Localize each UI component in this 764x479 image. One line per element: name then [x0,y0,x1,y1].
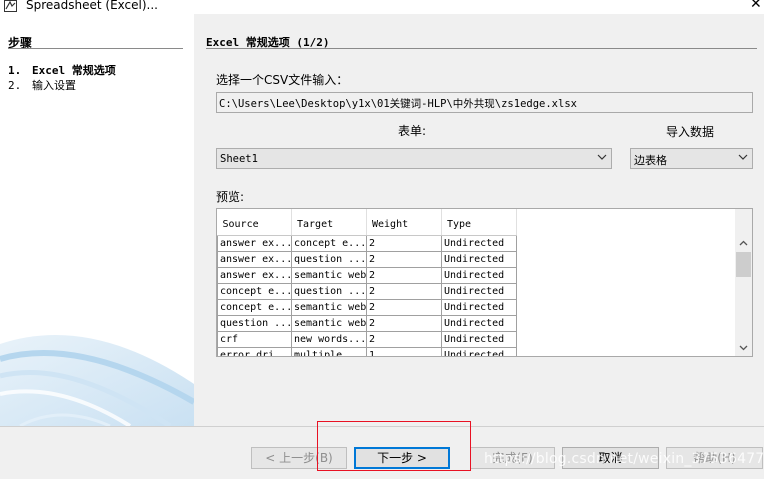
table-row: answer ex... question ... 2 Undirected [217,250,517,268]
table-cell: 2 [366,250,442,268]
table-cell: semantic web [291,266,367,284]
step-item-1: 1. Excel 常规选项 [8,62,116,78]
chevron-down-icon [597,154,607,160]
step-number: 1. [8,64,22,77]
table-row: crf new words... 2 Undirected [217,330,517,348]
table-cell: multiple ... [291,346,367,356]
table-cell: question ... [291,250,367,268]
table-cell: concept e... [217,298,292,316]
table-cell: Undirected [441,298,517,316]
chevron-down-icon [738,154,748,160]
table-cell: concept e... [291,234,367,252]
table-cell: answer ex... [217,234,292,252]
window-title: Spreadsheet (Excel)... [26,0,158,12]
sheet-select[interactable]: Sheet1 [216,148,612,169]
file-path-field[interactable]: C:\Users\Lee\Desktop\y1x\01关键词-HLP\中外共现\… [216,92,753,113]
app-icon [4,0,17,12]
column-header[interactable]: Source [217,209,292,236]
scroll-down-icon[interactable] [738,342,749,353]
table-cell: Undirected [441,330,517,348]
table-cell: answer ex... [217,266,292,284]
table-cell: concept e... [217,282,292,300]
table-cell: semantic web [291,298,367,316]
table-header-row: Source Target Weight Type [217,209,517,236]
title-bar: Spreadsheet (Excel)... ✕ [0,0,764,14]
table-row: answer ex... semantic web 2 Undirected [217,266,517,284]
scroll-up-icon[interactable] [738,238,749,249]
table-row: concept e... semantic web 2 Undirected [217,298,517,316]
scroll-thumb[interactable] [736,252,751,277]
import-type-value: 边表格 [634,154,667,167]
table-row: concept e... question ... 2 Undirected [217,282,517,300]
sheet-label: 表单: [398,124,427,138]
column-header[interactable]: Target [291,209,367,236]
table-cell: Undirected [441,266,517,284]
column-header[interactable]: Type [441,209,517,236]
table-cell: 2 [366,330,442,348]
table-cell: 1 [366,346,442,356]
annotation-highlight-box [317,421,471,471]
table-row: question ... semantic web 2 Undirected [217,314,517,332]
table-cell: error dri... [217,346,292,356]
step-number: 2. [8,79,22,92]
step-label: Excel 常规选项 [32,64,116,77]
steps-divider [8,48,183,49]
table-cell: 2 [366,282,442,300]
vertical-scrollbar[interactable] [735,209,752,356]
step-label: 输入设置 [32,79,76,92]
table-row: answer ex... concept e... 2 Undirected [217,234,517,252]
table-cell: semantic web [291,314,367,332]
table-cell: answer ex... [217,250,292,268]
table-cell: Undirected [441,314,517,332]
table-cell: 2 [366,314,442,332]
preview-label: 预览: [216,190,245,204]
table-cell: Undirected [441,282,517,300]
step-item-2: 2. 输入设置 [8,77,76,93]
import-label: 导入数据 [666,125,715,139]
import-type-select[interactable]: 边表格 [630,148,753,169]
column-header[interactable]: Weight [366,209,442,236]
table-cell: question ... [291,282,367,300]
table-cell: question ... [217,314,292,332]
main-panel: Excel 常规选项 (1/2) 选择一个CSV文件输入： C:\Users\L… [194,14,764,426]
sheet-select-value: Sheet1 [220,153,258,165]
table-cell: Undirected [441,234,517,252]
table-cell: crf [217,330,292,348]
preview-table: Source Target Weight Type answer ex... c… [216,208,753,357]
table-row: error dri... multiple ... 1 Undirected [217,346,517,356]
close-icon[interactable]: ✕ [750,0,762,11]
panel-divider [206,48,757,49]
table-cell: 2 [366,298,442,316]
csv-label: 选择一个CSV文件输入： [216,73,349,87]
steps-panel: 步骤 1. Excel 常规选项 2. 输入设置 [0,14,194,426]
table-cell: Undirected [441,346,517,356]
table-cell: 2 [366,234,442,252]
watermark-text: https://blog.csdn.net/weixin_37536477 [484,451,764,467]
table-cell: Undirected [441,250,517,268]
table-cell: new words... [291,330,367,348]
table-cell: 2 [366,266,442,284]
